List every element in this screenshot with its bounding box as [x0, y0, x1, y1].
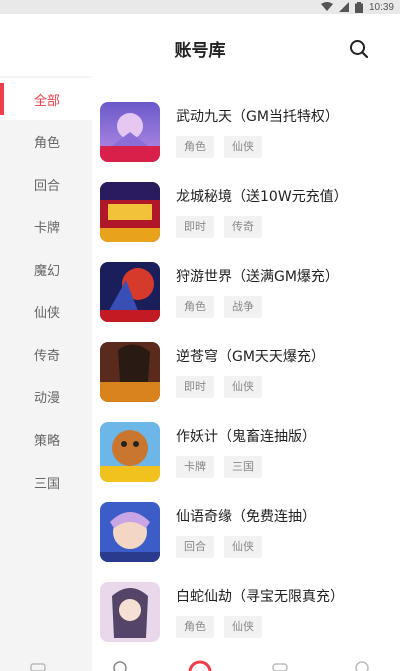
sidebar-item-strategy[interactable]: 策略 — [0, 418, 92, 460]
status-bar: 10:39 — [0, 0, 400, 14]
game-tag: 仙侠 — [224, 136, 262, 158]
search-icon — [350, 40, 369, 59]
header: 账号库 — [0, 14, 400, 76]
sidebar-item-label: 卡牌 — [34, 220, 61, 236]
center-icon[interactable] — [188, 660, 212, 671]
sidebar-item-role[interactable]: 角色 — [0, 120, 92, 162]
game-tag: 即时 — [176, 216, 214, 238]
game-title: 作妖计（鬼畜连抽版） — [176, 429, 316, 445]
list-item[interactable]: 狩游世界（送满GM爆充） 角色 战争 — [100, 262, 400, 326]
sidebar-item-legend[interactable]: 传奇 — [0, 333, 92, 375]
list-item[interactable]: 白蛇仙劫（寻宝无限真充） 角色 仙侠 — [100, 582, 400, 646]
game-thumbnail — [100, 582, 160, 642]
game-thumbnail — [100, 182, 160, 242]
game-tag: 传奇 — [224, 216, 262, 238]
profile-icon[interactable] — [354, 660, 370, 671]
game-thumbnail — [100, 502, 160, 562]
sidebar-item-turn-based[interactable]: 回合 — [0, 163, 92, 205]
game-tag: 仙侠 — [224, 536, 262, 558]
game-tag: 仙侠 — [224, 376, 262, 398]
bottom-nav — [0, 660, 400, 671]
sidebar-item-label: 传奇 — [34, 348, 61, 364]
battery-icon — [354, 1, 363, 13]
list-item[interactable]: 作妖计（鬼畜连抽版） 卡牌 三国 — [100, 422, 400, 486]
sidebar-item-label: 三国 — [34, 476, 61, 492]
sidebar-item-label: 角色 — [34, 135, 61, 151]
sidebar-item-three-kingdoms[interactable]: 三国 — [0, 461, 92, 503]
home-icon[interactable] — [30, 662, 46, 671]
game-title: 逆苍穹（GM天天爆充） — [176, 349, 325, 365]
list-item[interactable]: 逆苍穹（GM天天爆充） 即时 仙侠 — [100, 342, 400, 406]
game-title: 狩游世界（送满GM爆充） — [176, 269, 339, 285]
sidebar-item-xianxia[interactable]: 仙侠 — [0, 290, 92, 332]
game-tag: 战争 — [224, 296, 262, 318]
game-artwork — [100, 422, 160, 482]
list-item[interactable]: 武动九天（GM当托特权） 角色 仙侠 — [100, 102, 400, 166]
game-artwork — [100, 502, 160, 562]
sidebar-item-fantasy[interactable]: 魔幻 — [0, 248, 92, 290]
status-icons: 10:39 — [320, 0, 394, 14]
game-tag: 仙侠 — [224, 616, 262, 638]
page-title: 账号库 — [174, 41, 226, 61]
game-tag: 卡牌 — [176, 456, 214, 478]
list-item[interactable]: 仙语奇缘（免费连抽） 回合 仙侠 — [100, 502, 400, 566]
game-artwork — [100, 102, 160, 162]
sidebar-item-all[interactable]: 全部 — [0, 78, 92, 120]
game-title: 白蛇仙劫（寻宝无限真充） — [176, 589, 344, 605]
sidebar-item-label: 全部 — [34, 93, 61, 109]
game-tag: 角色 — [176, 136, 214, 158]
game-tag: 即时 — [176, 376, 214, 398]
game-thumbnail — [100, 422, 160, 482]
game-tag: 角色 — [176, 616, 214, 638]
sidebar-item-label: 动漫 — [34, 390, 61, 406]
category-sidebar: 全部 角色 回合 卡牌 魔幻 仙侠 传奇 动漫 策略 三国 — [0, 76, 92, 671]
sidebar-item-label: 仙侠 — [34, 305, 61, 321]
game-thumbnail — [100, 342, 160, 402]
game-thumbnail — [100, 102, 160, 162]
game-artwork — [100, 182, 160, 242]
wifi-icon — [320, 2, 333, 11]
game-thumbnail — [100, 262, 160, 322]
sidebar-item-card[interactable]: 卡牌 — [0, 205, 92, 247]
message-icon[interactable] — [272, 662, 288, 671]
sidebar-item-anime[interactable]: 动漫 — [0, 375, 92, 417]
sidebar-item-label: 魔幻 — [34, 263, 61, 279]
sidebar-item-label: 回合 — [34, 178, 61, 194]
game-artwork — [100, 262, 160, 322]
game-title: 武动九天（GM当托特权） — [176, 109, 339, 125]
search-button[interactable] — [348, 38, 370, 60]
game-title: 仙语奇缘（免费连抽） — [176, 509, 316, 525]
signal-icon — [338, 2, 349, 12]
game-title: 龙城秘境（送10W元充值） — [176, 189, 348, 205]
sidebar-item-label: 策略 — [34, 433, 61, 449]
game-tag: 角色 — [176, 296, 214, 318]
game-tag: 回合 — [176, 536, 214, 558]
list-item[interactable]: 龙城秘境（送10W元充值） 即时 传奇 — [100, 182, 400, 246]
game-artwork — [100, 342, 160, 402]
status-time: 10:39 — [368, 1, 394, 13]
game-tag: 三国 — [224, 456, 262, 478]
game-icon[interactable] — [112, 660, 128, 671]
game-artwork — [100, 582, 160, 642]
